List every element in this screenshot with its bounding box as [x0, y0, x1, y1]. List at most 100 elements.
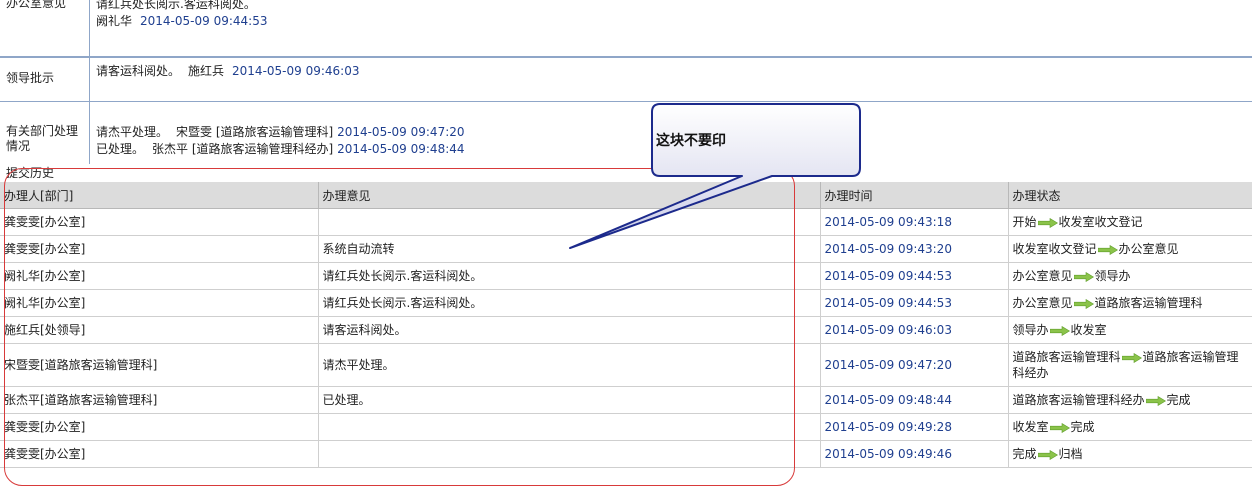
row-person: 张杰平[道路旅客运输管理科]: [0, 386, 319, 414]
status-to: 收发室: [1070, 323, 1107, 337]
arrow-right-icon: [1073, 298, 1094, 309]
row-time: 2014-05-09 09:48:44: [820, 386, 1009, 414]
dept-line-dept: [道路旅客运输管理科]: [215, 125, 334, 139]
row-person: 龚雯雯[办公室]: [0, 440, 319, 468]
office-opinion-label: 办公室意见: [0, 0, 90, 57]
status-to: 领导办: [1094, 269, 1131, 283]
history-row: 阙礼华[办公室] 请红兵处长阅示.客运科阅处。 2014-05-09 09:44:5…: [0, 262, 1252, 290]
row-opinion: 请杰平处理。: [318, 343, 821, 387]
status-to: 归档: [1058, 447, 1083, 461]
history-header-row: 办理人[部门] 办理意见 办理时间 办理状态: [0, 182, 1252, 209]
header-time: 办理时间: [820, 182, 1009, 209]
status-from: 道路旅客运输管理科: [1012, 350, 1121, 364]
history-title: 提交历史: [6, 166, 55, 180]
row-person: 龚雯雯[办公室]: [0, 235, 319, 263]
row-time: 2014-05-09 09:47:20: [820, 343, 1009, 387]
row-status: 办公室意见 道路旅客运输管理科: [1008, 289, 1252, 317]
office-opinion-text: 请红兵处长阅示.客运科阅处。: [96, 0, 256, 11]
dept-line-text: 已处理。: [96, 142, 145, 156]
status-from: 收发室: [1012, 420, 1049, 434]
row-status: 办公室意见 领导办: [1008, 262, 1252, 290]
status-to: 道路旅客运输管理科: [1094, 296, 1203, 310]
row-time: 2014-05-09 09:49:28: [820, 413, 1009, 441]
leader-opinion-text: 请客运科阅处。: [96, 64, 181, 78]
row-status: 道路旅客运输管理科经办 完成: [1008, 386, 1252, 414]
row-person: 龚雯雯[办公室]: [0, 413, 319, 441]
dept-handling-block: 有关部门处理情况 请杰平处理。 宋暨雯 [道路旅客运输管理科] 2014-05-0…: [0, 102, 1252, 164]
status-to: 完成: [1166, 393, 1191, 407]
row-status: 开始 收发室收文登记: [1008, 208, 1252, 236]
arrow-right-icon: [1049, 325, 1070, 336]
header-opinion: 办理意见: [318, 182, 821, 209]
row-person: 施红兵[处领导]: [0, 316, 319, 344]
callout-text: 这块不要印: [656, 133, 726, 149]
row-opinion: 已处理。: [318, 386, 821, 414]
history-row: 龚雯雯[办公室] 2014-05-09 09:49:28 收发室 完成: [0, 413, 1252, 441]
leader-opinion-signer: 施红兵: [188, 64, 225, 78]
row-time: 2014-05-09 09:43:20: [820, 235, 1009, 263]
row-opinion: 系统自动流转: [318, 235, 821, 263]
arrow-right-icon: [1097, 244, 1118, 255]
dept-line-text: 请杰平处理。: [96, 125, 169, 139]
status-from: 道路旅客运输管理科经办: [1012, 393, 1145, 407]
history-table: 办理人[部门] 办理意见 办理时间 办理状态 龚雯雯[办公室] 2014-05-0…: [0, 182, 1252, 468]
arrow-right-icon: [1145, 395, 1166, 406]
status-to: 完成: [1070, 420, 1095, 434]
status-to: 收发室收文登记: [1058, 215, 1143, 229]
arrow-right-icon: [1037, 449, 1058, 460]
office-opinion-signer: 阙礼华: [96, 14, 133, 28]
history-row: 龚雯雯[办公室] 2014-05-09 09:43:18 开始 收发室收文登记: [0, 208, 1252, 236]
row-opinion: [318, 440, 821, 468]
dept-line-time: 2014-05-09 09:47:20: [337, 125, 465, 139]
row-opinion: [318, 208, 821, 236]
row-status: 完成 归档: [1008, 440, 1252, 468]
leader-opinion-label: 领导批示: [0, 57, 90, 101]
office-opinion-sign: 阙礼华 2014-05-09 09:44:53: [96, 13, 1252, 30]
row-person: 阙礼华[办公室]: [0, 262, 319, 290]
row-time: 2014-05-09 09:46:03: [820, 316, 1009, 344]
row-opinion: 请客运科阅处。: [318, 316, 821, 344]
header-person: 办理人[部门]: [0, 182, 319, 209]
history-row: 张杰平[道路旅客运输管理科] 已处理。 2014-05-09 09:48:44 道路旅…: [0, 386, 1252, 414]
status-from: 开始: [1012, 215, 1037, 229]
leader-opinion-time: 2014-05-09 09:46:03: [232, 64, 360, 78]
row-status: 收发室 完成: [1008, 413, 1252, 441]
history-row: 阙礼华[办公室] 请红兵处长阅示.客运科阅处。 2014-05-09 09:44:5…: [0, 289, 1252, 317]
row-status: 领导办 收发室: [1008, 316, 1252, 344]
row-status: 道路旅客运输管理科 道路旅客运输管理科经办: [1008, 343, 1252, 387]
row-person: 龚雯雯[办公室]: [0, 208, 319, 236]
row-opinion: 请红兵处长阅示.客运科阅处。: [318, 262, 821, 290]
status-from: 领导办: [1012, 323, 1049, 337]
status-from: 办公室意见: [1012, 296, 1073, 310]
office-opinion-block: 办公室意见 请红兵处长阅示.客运科阅处。 阙礼华 2014-05-09 09:44…: [0, 0, 1252, 58]
arrow-right-icon: [1073, 271, 1094, 282]
row-time: 2014-05-09 09:44:53: [820, 289, 1009, 317]
history-row: 施红兵[处领导] 请客运科阅处。 2014-05-09 09:46:03 领导办 收发室: [0, 316, 1252, 344]
row-status: 收发室收文登记 办公室意见: [1008, 235, 1252, 263]
dept-line-time: 2014-05-09 09:48:44: [337, 142, 465, 156]
row-opinion: [318, 413, 821, 441]
dept-handling-label: 有关部门处理情况: [0, 102, 90, 164]
history-row: 龚雯雯[办公室] 系统自动流转 2014-05-09 09:43:20 收发室收文登记…: [0, 235, 1252, 263]
status-to: 办公室意见: [1118, 242, 1179, 256]
history-body: 龚雯雯[办公室] 2014-05-09 09:43:18 开始 收发室收文登记 龚雯雯[…: [0, 208, 1252, 468]
office-opinion-content: 请红兵处长阅示.客运科阅处。 阙礼华 2014-05-09 09:44:53: [96, 0, 1252, 30]
status-from: 完成: [1012, 447, 1037, 461]
leader-opinion-block: 领导批示 请客运科阅处。 施红兵 2014-05-09 09:46:03: [0, 56, 1252, 102]
row-time: 2014-05-09 09:43:18: [820, 208, 1009, 236]
dept-line-dept: [道路旅客运输管理科经办]: [191, 142, 334, 156]
status-from: 收发室收文登记: [1012, 242, 1097, 256]
history-row: 宋暨雯[道路旅客运输管理科] 请杰平处理。 2014-05-09 09:47:20 道…: [0, 343, 1252, 387]
row-opinion: 请红兵处长阅示.客运科阅处。: [318, 289, 821, 317]
arrow-right-icon: [1121, 352, 1142, 363]
status-from: 办公室意见: [1012, 269, 1073, 283]
dept-line-signer: 张杰平: [152, 142, 189, 156]
row-person: 阙礼华[办公室]: [0, 289, 319, 317]
header-status: 办理状态: [1008, 182, 1252, 209]
leader-opinion-content: 请客运科阅处。 施红兵 2014-05-09 09:46:03: [96, 63, 1252, 80]
arrow-right-icon: [1037, 217, 1058, 228]
row-time: 2014-05-09 09:49:46: [820, 440, 1009, 468]
row-time: 2014-05-09 09:44:53: [820, 262, 1009, 290]
dept-line-signer: 宋暨雯: [176, 125, 213, 139]
arrow-right-icon: [1049, 422, 1070, 433]
